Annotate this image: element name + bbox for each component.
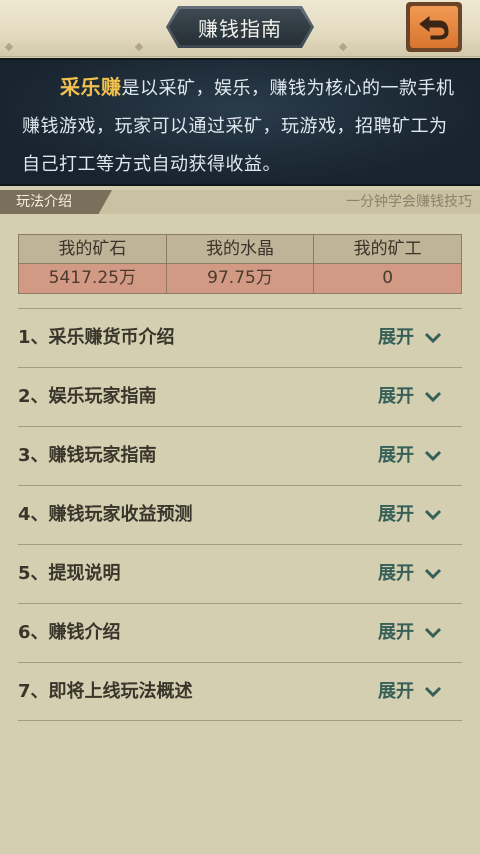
- chevron-down-icon: [424, 627, 442, 639]
- section-subtitle: 一分钟学会赚钱技巧: [346, 194, 472, 210]
- stats-header-row: 我的矿石 我的水晶 我的矿工: [19, 235, 462, 264]
- list-item[interactable]: 3、赚钱玩家指南 展开: [18, 426, 462, 485]
- expand-label: 展开: [378, 563, 414, 584]
- expand-label: 展开: [378, 386, 414, 407]
- list-item-title: 7、即将上线玩法概述: [18, 681, 193, 702]
- stat-header-crystal: 我的水晶: [166, 235, 315, 264]
- chevron-down-icon: [424, 332, 442, 344]
- chevron-down-icon: [424, 450, 442, 462]
- stats-value-row: 5417.25万 97.75万 0: [19, 264, 462, 293]
- stat-value-miner: 0: [314, 264, 462, 293]
- list-item-title: 4、赚钱玩家收益预测: [18, 504, 193, 525]
- chevron-down-icon: [424, 509, 442, 521]
- intro-text: 采乐赚是以采矿，娱乐，赚钱为核心的一款手机赚钱游戏，玩家可以通过采矿，玩游戏，招…: [22, 68, 462, 184]
- list-item-title: 3、赚钱玩家指南: [18, 445, 157, 466]
- list-item-title: 1、采乐赚货币介绍: [18, 327, 175, 348]
- chevron-down-icon: [424, 391, 442, 403]
- expand-button[interactable]: 展开: [378, 368, 442, 426]
- expand-button[interactable]: 展开: [378, 486, 442, 544]
- list-item[interactable]: 2、娱乐玩家指南 展开: [18, 367, 462, 426]
- list-item[interactable]: 7、即将上线玩法概述 展开: [18, 662, 462, 721]
- expand-label: 展开: [378, 327, 414, 348]
- stat-value-crystal: 97.75万: [166, 264, 315, 293]
- list-item[interactable]: 1、采乐赚货币介绍 展开: [18, 308, 462, 367]
- expand-label: 展开: [378, 504, 414, 525]
- expand-label: 展开: [378, 681, 414, 702]
- top-bar: 赚钱指南: [0, 0, 480, 57]
- expand-button[interactable]: 展开: [378, 604, 442, 662]
- chevron-down-icon: [424, 686, 442, 698]
- rivet-decoration: [134, 42, 144, 52]
- rivet-decoration: [4, 42, 14, 52]
- list-item-title: 2、娱乐玩家指南: [18, 386, 157, 407]
- expand-label: 展开: [378, 622, 414, 643]
- list-item-title: 5、提现说明: [18, 563, 121, 584]
- list-item[interactable]: 5、提现说明 展开: [18, 544, 462, 603]
- chevron-down-icon: [424, 568, 442, 580]
- stat-value-ore: 5417.25万: [19, 264, 167, 293]
- expand-button[interactable]: 展开: [378, 663, 442, 721]
- intro-panel: 采乐赚是以采矿，娱乐，赚钱为核心的一款手机赚钱游戏，玩家可以通过采矿，玩游戏，招…: [0, 58, 480, 186]
- title-plate: 赚钱指南: [166, 6, 314, 48]
- list-item-title: 6、赚钱介绍: [18, 622, 121, 643]
- expand-button[interactable]: 展开: [378, 545, 442, 603]
- intro-brand: 采乐赚: [60, 75, 122, 99]
- back-button[interactable]: [406, 2, 462, 52]
- page-title: 赚钱指南: [169, 9, 311, 45]
- list-item[interactable]: 4、赚钱玩家收益预测 展开: [18, 485, 462, 544]
- stat-header-miner: 我的矿工: [314, 235, 462, 264]
- expand-button[interactable]: 展开: [378, 309, 442, 367]
- expand-button[interactable]: 展开: [378, 427, 442, 485]
- list-item[interactable]: 6、赚钱介绍 展开: [18, 603, 462, 662]
- stat-header-ore: 我的矿石: [19, 235, 167, 264]
- section-tab: 玩法介绍: [0, 190, 112, 214]
- stats-table: 我的矿石 我的水晶 我的矿工 5417.25万 97.75万 0: [18, 234, 462, 294]
- expand-label: 展开: [378, 445, 414, 466]
- guide-list: 1、采乐赚货币介绍 展开 2、娱乐玩家指南 展开 3、赚钱玩家指南 展开 4、赚…: [18, 308, 462, 721]
- undo-arrow-icon: [419, 15, 449, 40]
- rivet-decoration: [338, 42, 348, 52]
- section-header: 玩法介绍 一分钟学会赚钱技巧: [0, 190, 480, 214]
